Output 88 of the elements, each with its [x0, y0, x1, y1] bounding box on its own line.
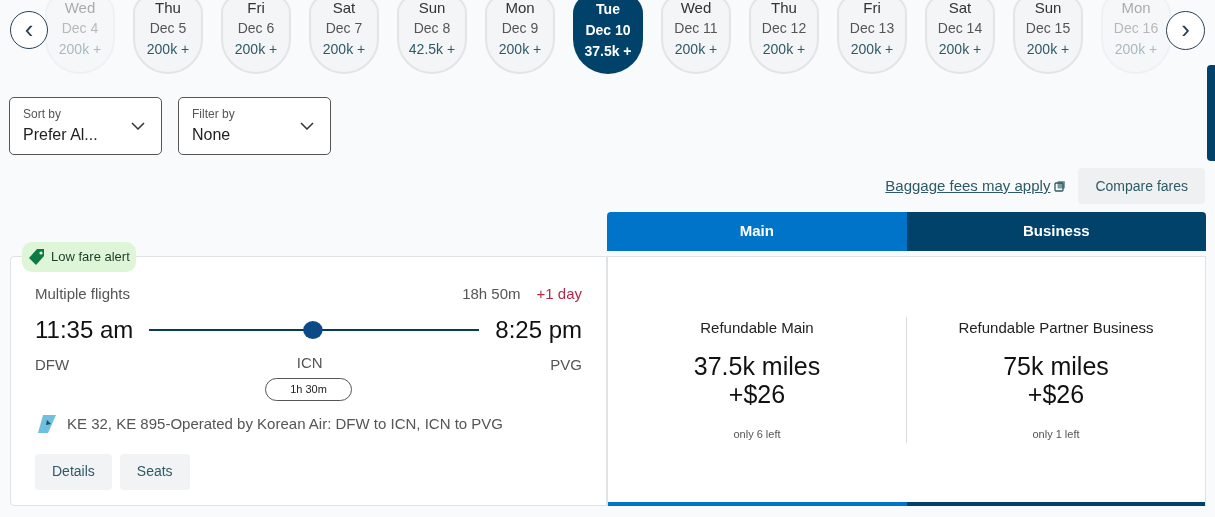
scrollbar-thumb[interactable]	[1207, 65, 1215, 161]
date-label: Dec 6	[237, 19, 275, 38]
date-pill[interactable]: Tue Dec 10 37.5k +	[573, 0, 643, 74]
weekday-label: Mon	[1121, 0, 1151, 18]
weekday-label: Sat	[332, 0, 356, 18]
date-label: Dec 11	[674, 19, 718, 38]
weekday-label: Sun	[1034, 0, 1062, 18]
date-label: Dec 14	[937, 19, 983, 38]
date-pill[interactable]: Sat Dec 14 200k +	[925, 0, 995, 74]
date-pill[interactable]: Sun Dec 8 42.5k +	[397, 0, 467, 74]
price-label: 200k +	[762, 40, 806, 59]
date-pill[interactable]: Sat Dec 7 200k +	[309, 0, 379, 74]
external-link-icon	[1054, 180, 1067, 192]
date-label: Dec 13	[849, 19, 895, 38]
flight-action-button[interactable]: Seats	[119, 453, 190, 490]
weekday-label: Tue	[596, 0, 620, 19]
price-label: 200k +	[1114, 40, 1158, 59]
price-label: 42.5k +	[408, 40, 456, 59]
baggage-fees-link[interactable]: Baggage fees may apply	[885, 174, 1067, 198]
price-label: 200k +	[322, 40, 366, 59]
date-pill[interactable]: Thu Dec 5 200k +	[133, 0, 203, 74]
origin-code: DFW	[35, 354, 70, 375]
date-pill[interactable]: Fri Dec 13 200k +	[837, 0, 907, 74]
dropdown[interactable]: Filter by None	[178, 97, 331, 155]
destination-code: PVG	[550, 354, 582, 375]
flight-action-button[interactable]: Details	[35, 453, 112, 490]
weekday-label: Sat	[948, 0, 972, 18]
dropdown-value: None	[192, 125, 232, 145]
price-label: 200k +	[1026, 40, 1070, 59]
weekday-label: Wed	[680, 0, 712, 18]
date-pill[interactable]: Mon Dec 9 200k +	[485, 0, 555, 74]
fare-fee: +$26	[728, 379, 786, 408]
airline-tail-icon	[37, 414, 57, 435]
weekday-label: Fri	[247, 0, 265, 18]
fare-availability: only 6 left	[733, 426, 781, 442]
dropdown[interactable]: Sort by Prefer Al...	[9, 97, 162, 155]
next-button[interactable]: ›	[1166, 11, 1205, 50]
price-label: 200k +	[938, 40, 982, 59]
date-pill[interactable]: Sun Dec 15 200k +	[1013, 0, 1083, 74]
date-label: Dec 16	[1113, 19, 1159, 38]
date-label: Dec 7	[325, 19, 363, 38]
date-label: Dec 4	[61, 19, 99, 38]
dropdown-label: Sort by	[23, 106, 62, 123]
dropdown-label: Filter by	[192, 106, 235, 123]
fare-miles: 37.5k miles	[693, 351, 821, 380]
date-pill[interactable]: Wed Dec 11 200k +	[661, 0, 731, 74]
weekday-label: Mon	[505, 0, 535, 18]
weekday-label: Fri	[863, 0, 881, 18]
dropdown-value: Prefer Al...	[23, 125, 98, 145]
weekday-label: Thu	[155, 0, 181, 18]
day-offset: +1 day	[536, 284, 582, 304]
departure-time: 11:35 am	[35, 314, 134, 345]
fare-name: Refundable Main	[700, 318, 814, 338]
price-label: 37.5k +	[584, 42, 632, 61]
tag-icon	[28, 248, 46, 266]
previous-button[interactable]: ‹	[10, 11, 48, 49]
compare-fares-button[interactable]: Compare fares	[1078, 168, 1205, 204]
fare-name: Refundable Partner Business	[958, 318, 1154, 338]
weekday-label: Thu	[771, 0, 797, 18]
operator-text: KE 32, KE 895-Operated by Korean Air: DFW to ICN, ICN to PVG	[67, 414, 503, 434]
trip-duration: 18h 50m	[462, 284, 521, 304]
date-pill[interactable]: Fri Dec 6 200k +	[221, 0, 291, 74]
badge-text: Low fare alert	[51, 248, 130, 267]
flight-type: Multiple flights	[35, 284, 131, 304]
date-label: Dec 15	[1025, 19, 1071, 38]
price-label: 200k +	[498, 40, 542, 59]
weekday-label: Wed	[64, 0, 96, 18]
price-label: 200k +	[850, 40, 894, 59]
weekday-label: Sun	[418, 0, 446, 18]
date-label: Dec 9	[501, 19, 539, 38]
price-label: 200k +	[146, 40, 190, 59]
date-label: Dec 8	[413, 19, 451, 38]
arrival-time: 8:25 pm	[495, 314, 582, 345]
price-label: 200k +	[58, 40, 102, 59]
fare-miles: 75k miles	[1003, 351, 1109, 380]
cabin-tab[interactable]: Main	[607, 212, 907, 251]
fare-availability: only 1 left	[1032, 426, 1080, 442]
date-label: Dec 12	[761, 19, 807, 38]
price-label: 200k +	[234, 40, 278, 59]
fare-fee: +$26	[1027, 379, 1085, 408]
date-pill[interactable]: Thu Dec 12 200k +	[749, 0, 819, 74]
price-label: 200k +	[674, 40, 718, 59]
cabin-tab[interactable]: Business	[906, 212, 1206, 251]
chevron-down-icon	[131, 122, 145, 130]
date-label: Dec 5	[149, 19, 187, 38]
date-label: Dec 10	[585, 21, 631, 40]
chevron-down-icon	[300, 122, 314, 130]
stop-code: ICN	[296, 352, 323, 373]
